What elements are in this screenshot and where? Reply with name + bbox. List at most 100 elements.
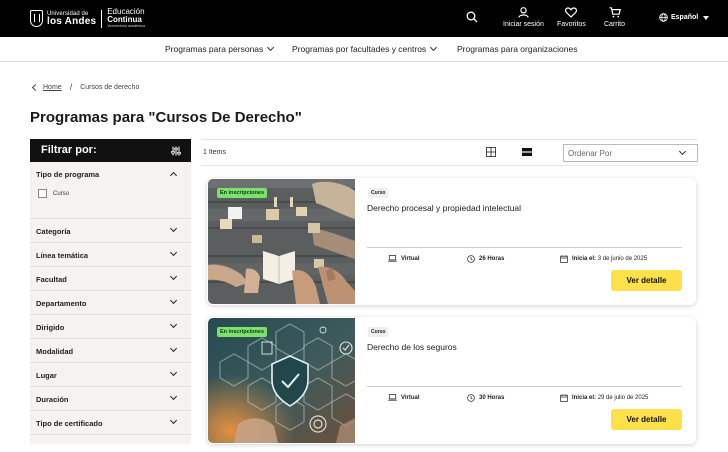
- filter-group-departamento[interactable]: Departamento: [30, 291, 191, 315]
- chevron-down-icon: [169, 392, 178, 401]
- course-card[interactable]: En inscripciones Curso Derecho de los se…: [207, 317, 696, 444]
- course-modality: Virtual: [388, 394, 420, 401]
- course-card[interactable]: En inscripciones Curso Derecho procesal …: [207, 178, 696, 305]
- logo-university-line2: los Andes: [47, 15, 97, 27]
- logo-ec-line3: Vicerrectoría académica: [107, 24, 145, 29]
- cart-button[interactable]: Carrito: [604, 7, 625, 28]
- search-button[interactable]: [466, 11, 478, 26]
- nav-item-facultades[interactable]: Programas por facultades y centros: [292, 43, 438, 54]
- chevron-down-icon: [169, 368, 178, 377]
- start-date-value: 29 de julio de 2025: [597, 395, 649, 401]
- filter-group-label: Categoría: [36, 227, 71, 236]
- filter-settings-icon[interactable]: [171, 146, 181, 156]
- user-icon: [518, 7, 529, 18]
- laptop-icon: [388, 255, 397, 262]
- results-count: 1 Items: [203, 149, 226, 156]
- filter-group-tipo-de-certificado[interactable]: Tipo de certificado: [30, 411, 191, 435]
- type-badge: Curso: [368, 188, 389, 198]
- duration-value: 30 Horas: [479, 395, 505, 401]
- filter-group-duracion[interactable]: Duración: [30, 387, 191, 411]
- view-detail-button[interactable]: Ver detalle: [611, 409, 682, 430]
- course-duration: 26 Horas: [467, 255, 504, 263]
- sort-select[interactable]: Ordenar Por: [563, 144, 698, 162]
- filter-group-modalidad[interactable]: Modalidad: [30, 339, 191, 363]
- filter-group-tipo-de-programa[interactable]: Tipo de programa Curso: [30, 162, 191, 219]
- course-modality: Virtual: [388, 255, 420, 262]
- status-badge: En inscripciones: [217, 188, 268, 198]
- course-duration: 30 Horas: [467, 394, 504, 402]
- course-start-date: Inicia el: 3 de junio de 2025: [560, 255, 647, 263]
- chevron-down-icon: [169, 248, 178, 257]
- checkbox[interactable]: [38, 189, 47, 198]
- chevron-down-icon: [267, 43, 275, 52]
- list-view-icon[interactable]: [522, 147, 532, 157]
- filter-group-lugar[interactable]: Lugar: [30, 363, 191, 387]
- filter-group-linea-tematica[interactable]: Línea temática: [30, 243, 191, 267]
- start-label: Inicia el:: [572, 395, 597, 401]
- breadcrumb-home-link[interactable]: Home: [43, 84, 62, 91]
- chevron-down-icon: [430, 43, 438, 52]
- filter-group-label: Línea temática: [36, 251, 89, 260]
- duration-value: 26 Horas: [479, 256, 505, 262]
- university-shield-icon: [30, 10, 43, 27]
- nav-item-label: Programas por facultades y centros: [292, 44, 427, 54]
- filter-group-label: Lugar: [36, 371, 57, 380]
- chevron-down-icon: [169, 416, 178, 425]
- login-button[interactable]: Iniciar sesión: [503, 7, 544, 28]
- filter-heading: Filtrar por:: [41, 144, 97, 156]
- filter-group-label: Facultad: [36, 275, 67, 284]
- modality-value: Virtual: [401, 394, 420, 401]
- login-label: Iniciar sesión: [503, 21, 544, 28]
- filter-group-dirigido[interactable]: Dirigido: [30, 315, 191, 339]
- card-divider: [367, 386, 682, 387]
- filter-sidebar: Tipo de programa Curso Categoría Línea t…: [30, 162, 191, 444]
- favorites-label: Favoritos: [557, 21, 586, 28]
- start-label: Inicia el:: [572, 256, 597, 262]
- nav-item-organizaciones[interactable]: Programas para organizaciones: [457, 44, 577, 54]
- toolbar-divider: [201, 165, 698, 166]
- breadcrumb: Home / Cursos de derecho: [31, 82, 140, 92]
- filter-option-curso[interactable]: Curso: [38, 189, 69, 198]
- grid-view-icon[interactable]: [486, 147, 496, 157]
- filter-group-label: Dirigido: [36, 323, 65, 332]
- filter-group-label: Tipo de certificado: [36, 419, 103, 428]
- logo-divider: [101, 9, 103, 28]
- filter-group-label: Duración: [36, 395, 69, 404]
- view-detail-button[interactable]: Ver detalle: [611, 270, 682, 291]
- filter-group-categoria[interactable]: Categoría: [30, 219, 191, 243]
- nav-item-personas[interactable]: Programas para personas: [165, 43, 275, 54]
- filter-group-facultad[interactable]: Facultad: [30, 267, 191, 291]
- language-selector[interactable]: Español: [659, 13, 710, 22]
- course-title[interactable]: Derecho de los seguros: [367, 342, 457, 352]
- chevron-down-icon: [169, 224, 178, 233]
- main-nav: Programas para personas Programas por fa…: [0, 37, 728, 62]
- filter-header: Filtrar por:: [30, 139, 191, 162]
- caret-down-icon: [703, 15, 710, 20]
- chevron-left-icon[interactable]: [31, 83, 40, 91]
- start-date-value: 3 de junio de 2025: [597, 256, 648, 262]
- cart-label: Carrito: [604, 21, 626, 28]
- search-icon: [466, 11, 478, 23]
- chevron-down-icon: [169, 344, 178, 353]
- calendar-icon: [560, 255, 568, 263]
- globe-icon: [659, 13, 668, 22]
- clock-icon: [467, 394, 475, 402]
- chevron-down-icon: [169, 272, 178, 281]
- course-start-date: Inicia el: 29 de julio de 2025: [560, 394, 648, 402]
- calendar-icon: [560, 394, 568, 402]
- favorites-button[interactable]: Favoritos: [557, 7, 586, 28]
- nav-item-label: Programas para organizaciones: [457, 44, 578, 54]
- card-divider: [367, 247, 682, 248]
- breadcrumb-separator: /: [69, 82, 73, 92]
- breadcrumb-current: Cursos de derecho: [80, 83, 140, 91]
- chevron-down-icon: [678, 147, 687, 156]
- heart-icon: [565, 7, 578, 18]
- laptop-icon: [388, 394, 397, 401]
- modality-value: Virtual: [401, 255, 420, 262]
- course-title[interactable]: Derecho procesal y propiedad intelectual: [367, 203, 521, 213]
- chevron-down-icon: [169, 320, 178, 329]
- site-logo[interactable]: Universidad de los Andes Educación Conti…: [30, 8, 145, 29]
- toolbar-divider: [201, 139, 698, 140]
- sort-placeholder: Ordenar Por: [568, 149, 613, 158]
- filter-group-label: Modalidad: [36, 347, 74, 356]
